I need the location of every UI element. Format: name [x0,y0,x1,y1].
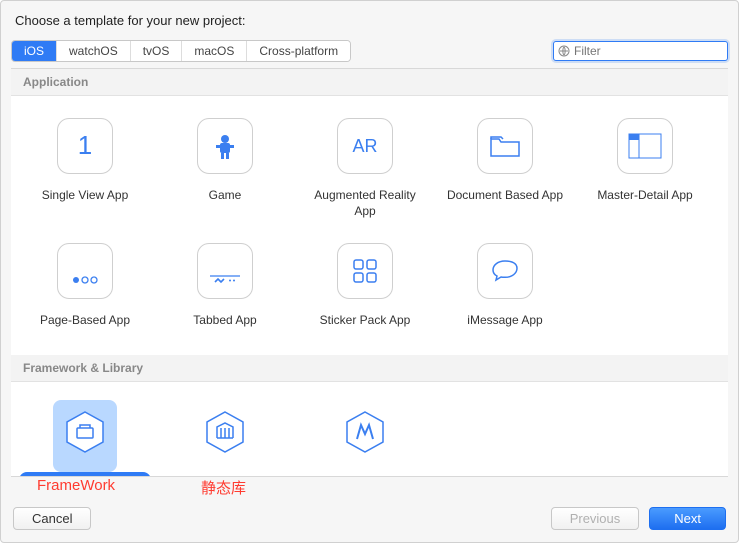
annotation-framework: FrameWork [37,477,115,494]
svg-text:1: 1 [78,131,92,160]
template-label: Master-Detail App [593,186,696,206]
template-cocoa-touch-static-library[interactable]: Cocoa Touch Static Library [155,394,295,477]
static-lib-icon [197,404,253,460]
dialog-title: Choose a template for your new project: [1,1,738,36]
single-view-icon: 1 [57,118,113,174]
filter-icon [558,45,570,57]
next-button[interactable]: Next [649,507,726,530]
master-detail-icon [617,118,673,174]
section-framework-grid: Cocoa Touch Framework Cocoa Touch Static… [11,382,728,477]
template-label: iMessage App [463,311,546,331]
template-imessage-app[interactable]: iMessage App [435,233,575,343]
document-icon [477,118,533,174]
tab-ios[interactable]: iOS [12,41,57,61]
template-game[interactable]: Game [155,108,295,233]
filter-input[interactable] [574,44,723,58]
filter-field[interactable] [553,41,728,61]
template-chooser-dialog: Choose a template for your new project: … [0,0,739,543]
page-based-icon [57,243,113,299]
template-label: Game [205,186,246,206]
template-label: Document Based App [443,186,567,206]
sticker-icon [337,243,393,299]
tab-crossplatform[interactable]: Cross-platform [247,41,350,61]
ar-icon: AR [337,118,393,174]
platform-tabs: iOS watchOS tvOS macOS Cross-platform [11,40,351,62]
template-list[interactable]: Application 1 Single View App Game AR Au… [11,68,728,477]
template-page-based-app[interactable]: Page-Based App [15,233,155,343]
tab-watchos[interactable]: watchOS [57,41,131,61]
template-metal-library[interactable]: Metal Library [295,394,435,477]
section-application-header: Application [11,69,728,96]
tabbed-icon [197,243,253,299]
section-application-grid: 1 Single View App Game AR Augmented Real… [11,96,728,355]
template-cocoa-touch-framework[interactable]: Cocoa Touch Framework [15,394,155,477]
template-label: Augmented Reality App [299,186,431,221]
template-sticker-pack-app[interactable]: Sticker Pack App [295,233,435,343]
template-tabbed-app[interactable]: Tabbed App [155,233,295,343]
template-label: Single View App [38,186,133,206]
svg-text:AR: AR [352,136,377,156]
template-ar-app[interactable]: AR Augmented Reality App [295,108,435,233]
game-icon [197,118,253,174]
tab-tvos[interactable]: tvOS [131,41,183,61]
framework-icon [57,404,113,460]
cancel-button[interactable]: Cancel [13,507,91,530]
template-master-detail-app[interactable]: Master-Detail App [575,108,715,233]
section-framework-header: Framework & Library [11,355,728,382]
template-label: Page-Based App [36,311,134,331]
footer: Cancel Previous Next [1,499,738,542]
annotations: FrameWork 静态库 [1,477,738,499]
template-label: Tabbed App [189,311,260,331]
imessage-icon [477,243,533,299]
toolbar: iOS watchOS tvOS macOS Cross-platform [1,36,738,68]
template-document-app[interactable]: Document Based App [435,108,575,233]
annotation-static: 静态库 [201,477,246,498]
metal-icon [337,404,393,460]
previous-button[interactable]: Previous [551,507,640,530]
tab-macos[interactable]: macOS [182,41,247,61]
template-label: Sticker Pack App [316,311,415,331]
template-single-view-app[interactable]: 1 Single View App [15,108,155,233]
